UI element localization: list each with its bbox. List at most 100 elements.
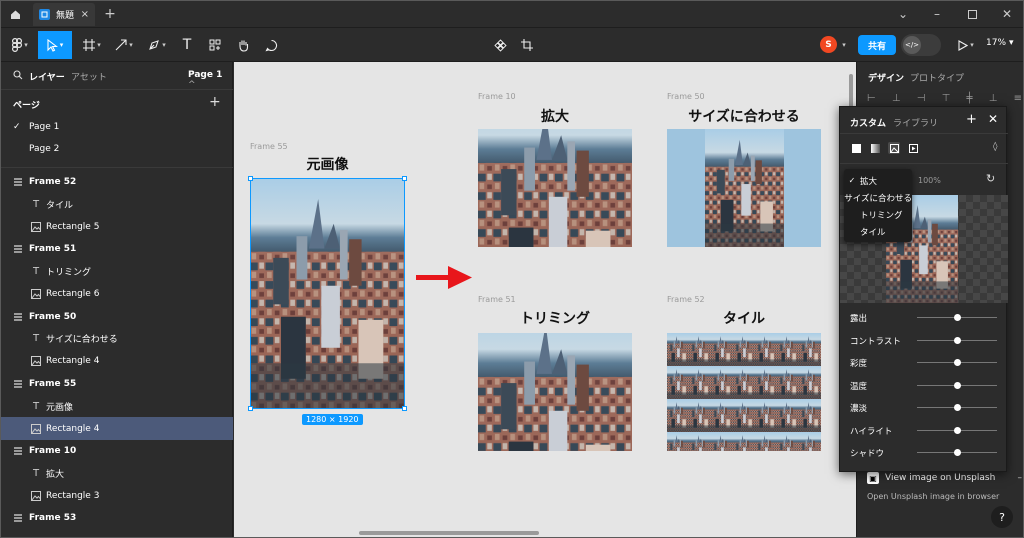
hand-tool-button[interactable] [233,31,253,59]
canvas[interactable]: Frame 55 元画像 1280 × 1920 Frame 10 拡大 Fra… [234,62,856,537]
add-style-button[interactable]: + [966,112,977,127]
tab-library[interactable]: ライブラリ [893,116,938,129]
fit-option-fit[interactable]: サイズに合わせる [844,189,912,206]
align-bottom-icon[interactable]: ⊥ [989,93,998,107]
layer-row[interactable]: T 拡大 [1,462,233,484]
slider-thumb[interactable] [953,314,961,321]
crop-image[interactable] [478,333,632,451]
tab-layers[interactable]: レイヤー [29,70,65,83]
layer-row[interactable]: Rectangle 4 [1,417,233,440]
share-button[interactable]: 共有 [858,35,896,55]
distribute-icon[interactable]: ≡ [1014,93,1022,107]
maximize-button[interactable] [961,5,983,23]
add-page-button[interactable]: + [209,94,221,110]
layer-row[interactable]: T 元画像 [1,395,233,417]
resources-button[interactable] [205,31,225,59]
slider-thumb[interactable] [953,404,961,411]
align-center-h-icon[interactable]: ⊥ [892,93,901,107]
unsplash-subtitle[interactable]: Open Unsplash image in browser [867,492,1022,501]
frame-label[interactable]: Frame 10 [478,92,516,101]
layer-row[interactable]: Rectangle 3 [1,485,233,507]
align-left-icon[interactable]: ⊢ [867,93,876,107]
frame-label[interactable]: Frame 55 [250,142,288,151]
fit-option-crop[interactable]: トリミング [844,206,912,223]
tab-design[interactable]: デザイン [868,71,904,84]
slider-thumb[interactable] [953,426,961,434]
frame-label[interactable]: Frame 50 [667,92,705,101]
layer-row[interactable]: Frame 55 [1,373,233,395]
page-item-1[interactable]: ✓ Page 1 [1,116,233,138]
layer-row[interactable]: Rectangle 6 [1,283,233,305]
layer-row[interactable]: Frame 53 [1,507,233,529]
unsplash-title[interactable]: View image on Unsplash [885,473,995,483]
fit-option-tile[interactable]: タイル [844,223,912,240]
horizontal-scrollbar[interactable] [359,531,539,535]
main-menu-button[interactable]: ▾ [7,31,33,59]
resize-handle[interactable] [248,176,253,181]
avatar[interactable]: S [820,36,837,53]
layer-row[interactable]: Rectangle 4 [1,350,233,372]
crop-button[interactable] [517,31,537,59]
layer-row[interactable]: Rectangle 5 [1,216,233,238]
frame-tool-button[interactable]: ▾ [79,31,105,59]
component-action-button[interactable] [490,31,510,59]
align-top-icon[interactable]: ⊤ [942,93,951,107]
align-middle-icon[interactable]: ╪ [967,93,973,107]
fit-option-fill[interactable]: ✓ 拡大 [844,172,912,189]
tab-untitled[interactable]: 無題 × [33,3,95,26]
minimize-button[interactable]: – [926,5,948,23]
comment-tool-button[interactable] [261,31,281,59]
new-tab-button[interactable]: + [101,5,119,23]
solid-fill-icon[interactable] [850,142,862,154]
gradient-fill-icon[interactable] [869,142,881,154]
slider-thumb[interactable] [953,381,961,389]
move-tool-button[interactable]: ▾ [38,31,72,59]
close-popup-button[interactable]: ✕ [988,112,998,126]
layer-row[interactable]: Frame 50 [1,305,233,327]
dev-mode-toggle[interactable]: </> [901,34,941,56]
close-tab-icon[interactable]: × [81,9,89,20]
layer-row[interactable]: Frame 52 [1,171,233,193]
home-icon[interactable] [5,4,25,24]
present-button[interactable]: ▾ [954,31,978,59]
align-right-icon[interactable]: ⊣ [917,93,926,107]
frame-label[interactable]: Frame 52 [667,295,705,304]
slider-thumb[interactable] [953,359,961,366]
video-fill-icon[interactable] [907,142,919,154]
resize-handle[interactable] [248,406,253,411]
image-fill-icon[interactable] [888,142,900,154]
tab-prototype[interactable]: プロトタイプ [910,71,964,84]
pen-tool-button[interactable]: ▾ [144,31,170,59]
page-selector-label: Page 1 [188,70,223,80]
layer-row[interactable]: Frame 10 [1,440,233,462]
close-window-button[interactable]: ✕ [996,5,1018,23]
page-selector[interactable]: Page 1 ^ [188,70,233,90]
resize-handle[interactable] [402,176,407,181]
layer-row[interactable]: T タイル [1,193,233,215]
search-icon[interactable] [13,70,23,80]
blend-mode-icon[interactable]: ◊ [993,142,997,152]
zoom-dropdown[interactable]: 17% ▾ [986,38,1014,48]
chevron-down-icon[interactable]: ▾ [839,31,849,59]
help-button[interactable]: ? [991,506,1013,528]
minus-icon[interactable]: – [1018,473,1023,483]
fit-image[interactable] [667,129,821,247]
opacity-value[interactable]: 100% [918,176,941,185]
fill-image[interactable] [478,129,632,247]
page-item-2[interactable]: Page 2 [1,138,233,160]
resize-handle[interactable] [402,406,407,411]
tab-assets[interactable]: アセット [71,70,107,83]
rotate-icon[interactable]: ↻ [986,172,995,185]
text-tool-button[interactable]: T [177,31,197,59]
tab-custom[interactable]: カスタム [850,116,886,129]
layer-row[interactable]: T サイズに合わせる [1,328,233,350]
frame-label[interactable]: Frame 51 [478,295,516,304]
layer-row[interactable]: T トリミング [1,261,233,283]
slider-thumb[interactable] [953,336,961,344]
chevron-down-icon[interactable]: ⌄ [892,5,914,23]
slider-thumb[interactable] [953,449,961,456]
shape-tool-button[interactable]: ▾ [111,31,137,59]
tile-image[interactable] [667,333,821,451]
layer-row[interactable]: Frame 51 [1,238,233,260]
unsplash-section[interactable]: ▣ View image on Unsplash – Open Unsplash… [867,472,1022,501]
